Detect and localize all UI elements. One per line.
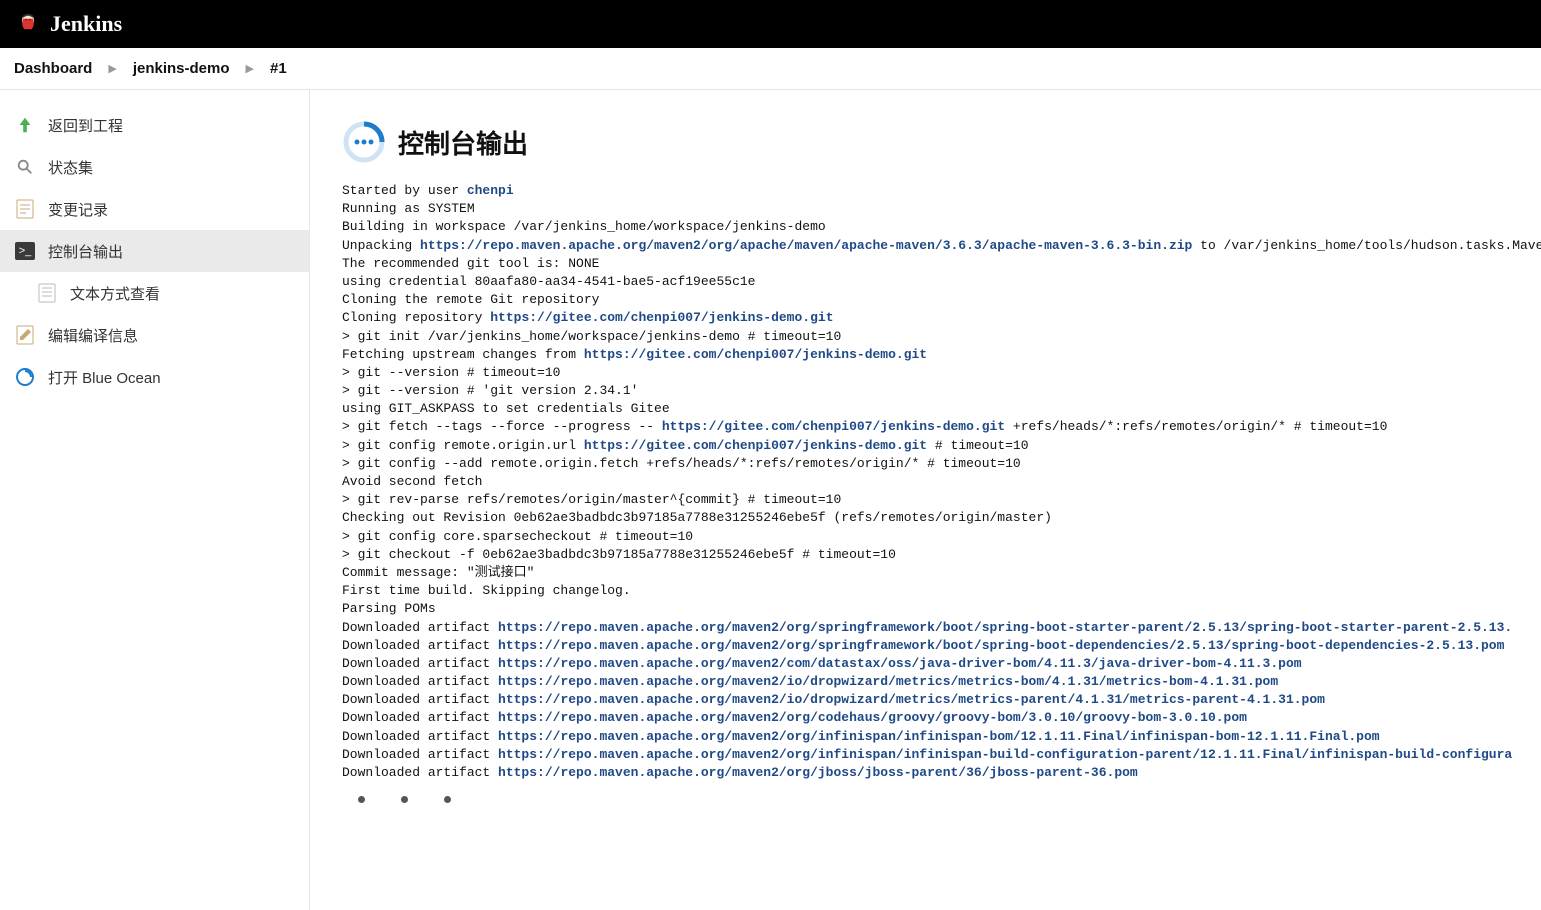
console-link[interactable]: https://repo.maven.apache.org/maven2/org… — [498, 638, 1504, 653]
console-line: Cloning repository https://gitee.com/che… — [342, 309, 1541, 327]
console-link[interactable]: https://repo.maven.apache.org/maven2/org… — [498, 710, 1247, 725]
jenkins-logo-icon — [14, 10, 42, 38]
console-link[interactable]: https://gitee.com/chenpi007/jenkins-demo… — [490, 310, 833, 325]
console-line: using GIT_ASKPASS to set credentials Git… — [342, 400, 1541, 418]
console-line: Checking out Revision 0eb62ae3badbdc3b97… — [342, 509, 1541, 527]
console-line: Started by user chenpi — [342, 182, 1541, 200]
sidebar-item-edit-build-info[interactable]: 编辑编译信息 — [0, 314, 309, 356]
sidebar-item-label: 打开 Blue Ocean — [48, 367, 161, 388]
console-line: Fetching upstream changes from https://g… — [342, 346, 1541, 364]
loading-indicator-icon — [342, 796, 1541, 803]
console-line: First time build. Skipping changelog. — [342, 582, 1541, 600]
console-link[interactable]: chenpi — [467, 183, 514, 198]
build-running-spinner-icon — [342, 120, 386, 164]
console-line: > git config remote.origin.url https://g… — [342, 437, 1541, 455]
console-line: > git --version # 'git version 2.34.1' — [342, 382, 1541, 400]
sidebar-item-label: 文本方式查看 — [70, 283, 160, 304]
sidebar-item-status[interactable]: 状态集 — [0, 146, 309, 188]
app-header: Jenkins — [0, 0, 1541, 48]
console-line: > git config core.sparsecheckout # timeo… — [342, 528, 1541, 546]
console-line: > git fetch --tags --force --progress --… — [342, 418, 1541, 436]
console-link[interactable]: https://repo.maven.apache.org/maven2/com… — [498, 656, 1302, 671]
page-icon — [36, 282, 58, 304]
console-line: > git init /var/jenkins_home/workspace/j… — [342, 328, 1541, 346]
console-link[interactable]: https://repo.maven.apache.org/maven2/org… — [498, 620, 1512, 635]
terminal-icon: >_ — [14, 240, 36, 262]
page-title: 控制台输出 — [398, 124, 528, 161]
console-line: > git checkout -f 0eb62ae3badbdc3b97185a… — [342, 546, 1541, 564]
console-line: Parsing POMs — [342, 600, 1541, 618]
console-line: Downloaded artifact https://repo.maven.a… — [342, 728, 1541, 746]
console-line: Downloaded artifact https://repo.maven.a… — [342, 655, 1541, 673]
console-link[interactable]: https://repo.maven.apache.org/maven2/io/… — [498, 692, 1325, 707]
console-link[interactable]: https://repo.maven.apache.org/maven2/org… — [498, 729, 1380, 744]
main-content: 控制台输出 Started by user chenpiRunning as S… — [310, 90, 1541, 910]
up-arrow-icon — [14, 114, 36, 136]
console-line: Commit message: "测试接口" — [342, 564, 1541, 582]
sidebar-item-console-output[interactable]: >_ 控制台输出 — [0, 230, 309, 272]
breadcrumb-sep-icon: ▶ — [108, 62, 116, 75]
console-link[interactable]: https://repo.maven.apache.org/maven2/org… — [498, 765, 1138, 780]
sidebar-item-changes[interactable]: 变更记录 — [0, 188, 309, 230]
console-line: Unpacking https://repo.maven.apache.org/… — [342, 237, 1541, 255]
breadcrumb-job[interactable]: jenkins-demo — [133, 60, 230, 77]
console-line: Avoid second fetch — [342, 473, 1541, 491]
search-icon — [14, 156, 36, 178]
console-line: Downloaded artifact https://repo.maven.a… — [342, 637, 1541, 655]
console-line: Building in workspace /var/jenkins_home/… — [342, 218, 1541, 236]
console-line: Cloning the remote Git repository — [342, 291, 1541, 309]
sidebar-item-label: 状态集 — [48, 157, 93, 178]
console-line: The recommended git tool is: NONE — [342, 255, 1541, 273]
console-link[interactable]: https://gitee.com/chenpi007/jenkins-demo… — [662, 419, 1005, 434]
console-line: Downloaded artifact https://repo.maven.a… — [342, 691, 1541, 709]
console-link[interactable]: https://repo.maven.apache.org/maven2/io/… — [498, 674, 1278, 689]
sidebar-item-back-to-project[interactable]: 返回到工程 — [0, 104, 309, 146]
console-line: > git rev-parse refs/remotes/origin/mast… — [342, 491, 1541, 509]
console-line: Downloaded artifact https://repo.maven.a… — [342, 673, 1541, 691]
sidebar-item-view-as-text[interactable]: 文本方式查看 — [0, 272, 309, 314]
console-line: Downloaded artifact https://repo.maven.a… — [342, 764, 1541, 782]
console-line: Running as SYSTEM — [342, 200, 1541, 218]
sidebar-item-label: 控制台输出 — [48, 241, 123, 262]
console-line: Downloaded artifact https://repo.maven.a… — [342, 709, 1541, 727]
console-line: > git config --add remote.origin.fetch +… — [342, 455, 1541, 473]
breadcrumb: Dashboard ▶ jenkins-demo ▶ #1 — [0, 48, 1541, 90]
console-link[interactable]: https://gitee.com/chenpi007/jenkins-demo… — [584, 347, 927, 362]
console-link[interactable]: https://repo.maven.apache.org/maven2/org… — [420, 238, 1192, 253]
console-output: Started by user chenpiRunning as SYSTEMB… — [342, 182, 1541, 782]
console-line: Downloaded artifact https://repo.maven.a… — [342, 746, 1541, 764]
console-link[interactable]: https://repo.maven.apache.org/maven2/org… — [498, 747, 1512, 762]
breadcrumb-sep-icon: ▶ — [246, 62, 254, 75]
console-link[interactable]: https://gitee.com/chenpi007/jenkins-demo… — [584, 438, 927, 453]
document-icon — [14, 198, 36, 220]
sidebar: 返回到工程 状态集 变更记录 >_ 控制台输出 文本方式查看 — [0, 90, 310, 910]
edit-icon — [14, 324, 36, 346]
sidebar-item-label: 返回到工程 — [48, 115, 123, 136]
blue-ocean-icon — [14, 366, 36, 388]
sidebar-item-blue-ocean[interactable]: 打开 Blue Ocean — [0, 356, 309, 398]
breadcrumb-dashboard[interactable]: Dashboard — [14, 60, 92, 77]
brand-text: Jenkins — [50, 11, 122, 37]
jenkins-logo-link[interactable]: Jenkins — [14, 10, 122, 38]
console-line: Downloaded artifact https://repo.maven.a… — [342, 619, 1541, 637]
breadcrumb-build[interactable]: #1 — [270, 60, 287, 77]
sidebar-item-label: 编辑编译信息 — [48, 325, 138, 346]
console-line: using credential 80aafa80-aa34-4541-bae5… — [342, 273, 1541, 291]
sidebar-item-label: 变更记录 — [48, 199, 108, 220]
console-line: > git --version # timeout=10 — [342, 364, 1541, 382]
